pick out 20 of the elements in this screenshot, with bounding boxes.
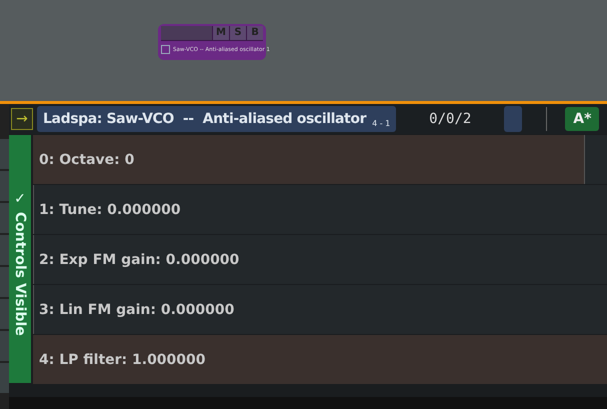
checkbox[interactable] [161, 45, 170, 54]
automation-button[interactable]: A* [565, 107, 600, 131]
strip-button[interactable] [0, 139, 9, 169]
control-slider[interactable]: 3: Lin FM gain: 0.000000 [33, 285, 607, 334]
strip-button[interactable] [0, 171, 9, 201]
strip-button[interactable] [0, 363, 9, 393]
panel-button[interactable] [504, 106, 522, 132]
control-slider[interactable]: 2: Exp FM gain: 0.000000 [33, 235, 607, 284]
strip-button[interactable] [0, 203, 9, 233]
control-slider[interactable]: 0: Octave: 0 [33, 135, 607, 184]
strip-button[interactable] [0, 331, 9, 361]
strip-button[interactable] [0, 267, 9, 297]
control-slider[interactable]: 4: LP filter: 1.000000 [33, 335, 607, 384]
strip-button[interactable] [0, 299, 9, 329]
route-button[interactable]: → [11, 108, 33, 130]
plugin-title-button[interactable]: Ladspa: Saw-VCO -- Anti-aliased oscillator 4 - 1 [37, 106, 396, 132]
control-slider[interactable]: 1: Tune: 0.000000 [33, 185, 607, 234]
counter: 0/0/2 [428, 111, 472, 127]
strip-button[interactable] [0, 235, 9, 265]
controls-visible-tab[interactable]: ✓ Controls Visible [9, 135, 31, 383]
